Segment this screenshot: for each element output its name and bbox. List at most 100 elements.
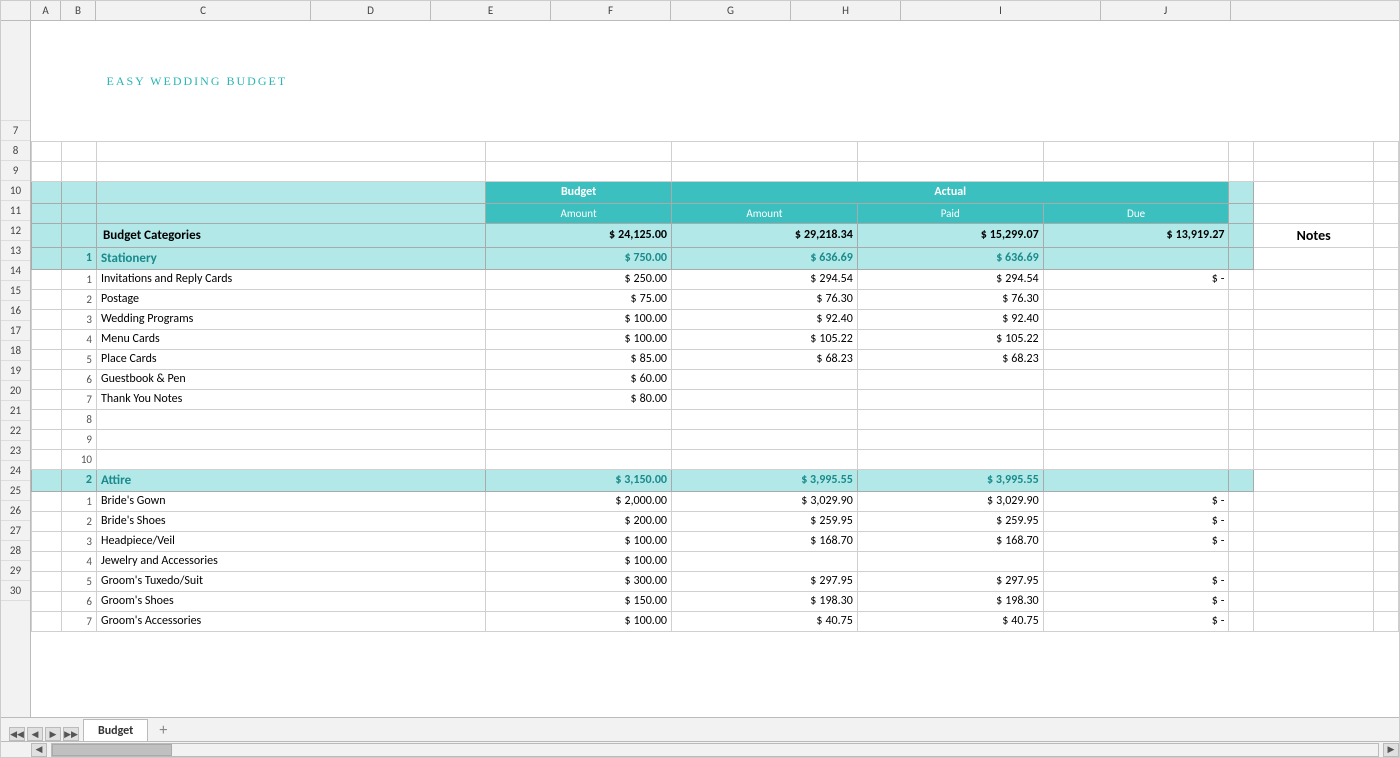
main-area: 7 8 9 10 11 12 13 14 15 16 17 18 19 20 2… [1,21,1399,717]
actual-total-amount: 29,218.34 [804,228,853,242]
item-row-menu-cards: 4 Menu Cards $100.00 $105.22 $105.22 [32,329,1399,349]
tab-scroll-left2[interactable]: ◀ [27,727,43,741]
spreadsheet-title: EASY WEDDING BUDGET [97,21,1399,141]
row-numbers: 7 8 9 10 11 12 13 14 15 16 17 18 19 20 2… [1,21,31,717]
item-row-tuxedo: 5 Groom's Tuxedo/Suit $300.00 $297.95 $2… [32,571,1399,591]
row-num-9: 9 [1,161,30,181]
paid-header: Paid [857,203,1043,223]
item-row-programs: 3 Wedding Programs $100.00 $92.40 $92.40 [32,309,1399,329]
row-num-22: 22 [1,421,30,441]
tab-scroll-right[interactable]: ▶ [45,727,61,741]
col-header-j: J [1101,1,1231,20]
empty-item-9: 9 [32,429,1399,449]
empty-row-8 [32,161,1399,181]
invitations-name: Invitations and Reply Cards [97,269,486,289]
actual-total-dollar: $ [795,228,804,242]
row-num-24: 24 [1,461,30,481]
row-num-15: 15 [1,281,30,301]
row-num-10: 10 [1,181,30,201]
budget-amount-header: Amount [486,203,672,223]
category-row-stationery: 1 Stationery $ 750.00 $ 636.69 $ 636.69 [32,247,1399,269]
item-row-jewelry: 4 Jewelry and Accessories $100.00 [32,551,1399,571]
empty-item-10: 10 [32,449,1399,469]
row-num-19: 19 [1,361,30,381]
budget-tab[interactable]: Budget [83,719,148,741]
item-row-thankyou: 7 Thank You Notes $80.00 [32,389,1399,409]
hscroll-track[interactable] [51,743,1379,757]
actual-header: Actual [672,181,1229,203]
column-headers: A B C D E F G H I J [1,1,1399,21]
col-header-h: H [791,1,901,20]
header-row-11: Budget Categories $24,125.00 $29,218.34 … [32,223,1399,247]
col-header-i: I [901,1,1101,20]
hscroll-thumb[interactable] [52,744,172,756]
title-row: EASY WEDDING BUDGET [32,21,1399,41]
row-num-26: 26 [1,501,30,521]
categories-header: Budget Categories [97,223,486,247]
row-num-27: 27 [1,521,30,541]
budget-total-amount: 24,125.00 [618,228,667,242]
stationery-num: 1 [62,247,97,269]
row-num-17: 17 [1,321,30,341]
row-num-20: 20 [1,381,30,401]
row-num-14: 14 [1,261,30,281]
tab-scroll-left[interactable]: ◀◀ [9,727,25,741]
col-header-g: G [671,1,791,20]
item-row-grooms-shoes: 6 Groom's Shoes $150.00 $198.30 $198.30 … [32,591,1399,611]
item-row-postage: 2 Postage $75.00 $76.30 $76.30 [32,289,1399,309]
item-row-place-cards: 5 Place Cards $85.00 $68.23 $68.23 [32,349,1399,369]
item-row-guestbook: 6 Guestbook & Pen $60.00 [32,369,1399,389]
hscroll-right-button[interactable]: ▶ [1383,743,1399,757]
tab-scroll-nav: ◀◀ ◀ ▶ ▶▶ [5,727,83,741]
spreadsheet-grid: EASY WEDDING BUDGET [31,21,1399,632]
col-header-b: B [61,1,96,20]
app-window: A B C D E F G H I J 7 8 9 10 11 12 13 14… [0,0,1400,758]
paid-total-amount: 15,299.07 [990,228,1039,242]
item-row-brides-shoes: 2 Bride's Shoes $200.00 $259.95 $259.95 … [32,511,1399,531]
row-num-spacer [1,1,31,20]
row-num-21: 21 [1,401,30,421]
hscroll-left-button[interactable]: ◀ [31,743,47,757]
notes-header: Notes [1254,223,1374,247]
row-num-30: 30 [1,581,30,601]
budget-header: Budget [486,181,672,203]
row-num-title [1,21,30,121]
row-num-12: 12 [1,221,30,241]
row-num-8: 8 [1,141,30,161]
empty-item-8: 8 [32,409,1399,429]
tab-scroll-right2[interactable]: ▶▶ [63,727,79,741]
sheet-content: EASY WEDDING BUDGET [31,21,1399,717]
row-num-23: 23 [1,441,30,461]
horizontal-scrollbar: ◀ ▶ [1,741,1399,757]
empty-cell [32,21,62,41]
row-num-11: 11 [1,201,30,221]
category-row-attire: 2 Attire $ 3,150.00 $ 3,995.55 $ 3,995.5… [32,469,1399,491]
paid-total-dollar: $ [981,228,990,242]
row-num-25: 25 [1,481,30,501]
attire-name: Attire [97,469,486,491]
actual-amount-header: Amount [672,203,858,223]
row-num-16: 16 [1,301,30,321]
row-num-13: 13 [1,241,30,261]
item-row-invitations: 1 Invitations and Reply Cards $250.00 $2… [32,269,1399,289]
due-total-dollar: $ [1167,228,1176,242]
due-total-amount: 13,919.27 [1176,228,1225,242]
item-row-grooms-accessories: 7 Groom's Accessories $100.00 $40.75 $40… [32,611,1399,631]
item-row-brides-gown: 1 Bride's Gown $2,000.00 $3,029.90 $3,02… [32,491,1399,511]
row-num-29: 29 [1,561,30,581]
header-row-9: Budget Actual [32,181,1399,203]
budget-total-dollar: $ [609,228,618,242]
item-row-headpiece: 3 Headpiece/Veil $100.00 $168.70 $168.70… [32,531,1399,551]
due-header: Due [1043,203,1229,223]
stationery-name: Stationery [97,247,486,269]
tab-bar: ◀◀ ◀ ▶ ▶▶ Budget + [1,717,1399,741]
col-header-f: F [551,1,671,20]
row-num-28: 28 [1,541,30,561]
col-header-d: D [311,1,431,20]
add-tab-button[interactable]: + [152,719,174,741]
empty-cell [62,21,97,41]
row-num-18: 18 [1,341,30,361]
row-num-7: 7 [1,121,30,141]
header-row-10: Amount Amount Paid Due [32,203,1399,223]
col-header-e: E [431,1,551,20]
